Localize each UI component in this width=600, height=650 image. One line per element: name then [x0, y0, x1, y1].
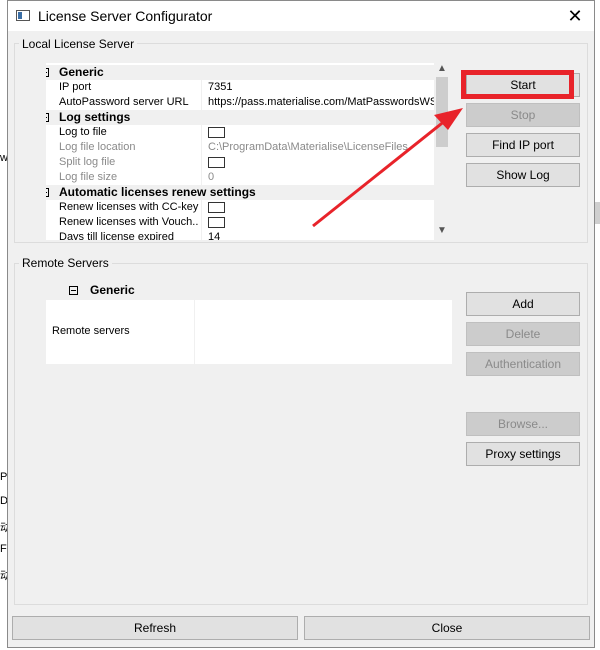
grid-divider [194, 300, 195, 364]
title-bar[interactable]: License Server Configurator ✕ [8, 1, 594, 31]
collapse-minus-icon[interactable] [46, 113, 49, 122]
grid-property-row[interactable]: Renew licenses with CC-key [46, 200, 434, 215]
find-ip-port-button[interactable]: Find IP port [466, 133, 580, 157]
grid-property-key: Renew licenses with CC-key [59, 201, 199, 213]
grid-property-value[interactable]: https://pass.materialise.com/MatPassword… [201, 95, 434, 110]
grid-property-value[interactable]: C:\ProgramData\Materialise\LicenseFiles [201, 140, 434, 155]
grid-value-text: https://pass.materialise.com/MatPassword… [208, 96, 434, 108]
browse-button[interactable]: Browse... [466, 412, 580, 436]
scroll-down-icon[interactable]: ▼ [434, 225, 450, 236]
remote-category-generic[interactable]: Generic [46, 283, 452, 298]
grid-property-value[interactable] [201, 215, 434, 230]
window-title: License Server Configurator [38, 8, 213, 24]
add-button[interactable]: Add [466, 292, 580, 316]
grid-property-value[interactable] [201, 125, 434, 140]
grid-property-value[interactable]: 14 [201, 230, 434, 240]
grid-category-row[interactable]: Log settings [46, 110, 434, 125]
remote-servers-key: Remote servers [52, 325, 130, 337]
grid-property-key: Log file size [59, 171, 118, 183]
grid-property-row[interactable]: Days till license expired 14 [46, 230, 434, 240]
grid-value-text: 0 [208, 171, 215, 183]
remote-servers-row[interactable]: Remote servers [46, 300, 452, 364]
stop-button[interactable]: Stop [466, 103, 580, 127]
collapse-minus-icon[interactable] [46, 68, 49, 77]
grid-property-row[interactable]: Log file location C:\ProgramData\Material… [46, 140, 434, 155]
grid-property-value[interactable]: 0 [201, 170, 434, 185]
grid-property-row[interactable]: Log to file [46, 125, 434, 140]
show-log-button[interactable]: Show Log [466, 163, 580, 187]
grid-property-key: Log file location [59, 141, 136, 153]
scroll-thumb[interactable] [436, 77, 448, 147]
grid-property-row[interactable]: Log file size 0 [46, 170, 434, 185]
close-button[interactable]: Close [304, 616, 590, 640]
grid-property-key: Renew licenses with Vouch... [59, 216, 199, 228]
dialog-window: License Server Configurator ✕ Local Lice… [7, 0, 595, 648]
delete-button[interactable]: Delete [466, 322, 580, 346]
grid-property-key: IP port [59, 81, 92, 93]
grid-property-row[interactable]: IP port 7351 [46, 80, 434, 95]
grid-property-value[interactable] [201, 155, 434, 170]
grid-property-row[interactable]: Renew licenses with Vouch... [46, 215, 434, 230]
collapse-minus-icon[interactable] [46, 188, 49, 197]
grid-category-row[interactable]: Generic [46, 65, 434, 80]
grid-category-label: Generic [59, 65, 104, 79]
collapse-minus-icon[interactable] [69, 286, 78, 295]
grid-property-value[interactable] [201, 200, 434, 215]
grid-property-row[interactable]: AutoPassword server URL https://pass.mate… [46, 95, 434, 110]
grid-property-key: AutoPassword server URL [59, 96, 189, 108]
scroll-up-icon[interactable]: ▲ [434, 63, 450, 74]
grid-property-key: Days till license expired [59, 231, 174, 240]
remote-property-grid[interactable]: Generic Remote servers [46, 282, 452, 364]
grid-category-label: Automatic licenses renew settings [59, 185, 256, 199]
authentication-button[interactable]: Authentication [466, 352, 580, 376]
grid-value-text: C:\ProgramData\Materialise\LicenseFiles [208, 141, 408, 153]
close-icon[interactable]: ✕ [564, 5, 586, 27]
grid-property-key: Split log file [59, 156, 116, 168]
checkbox[interactable] [208, 216, 225, 228]
grid-property-row[interactable]: Split log file [46, 155, 434, 170]
grid-property-value[interactable]: 7351 [201, 80, 434, 95]
grid-value-text: 7351 [208, 81, 233, 93]
grid-category-row[interactable]: Automatic licenses renew settings [46, 185, 434, 200]
start-button[interactable]: Start [466, 73, 580, 97]
checkbox[interactable] [208, 201, 225, 213]
remote-group-label: Remote Servers [19, 256, 112, 270]
checkbox[interactable] [208, 126, 225, 138]
checkbox[interactable] [208, 156, 225, 168]
local-group-label: Local License Server [19, 37, 138, 51]
grid-property-key: Log to file [59, 126, 107, 138]
grid-value-text: 14 [208, 231, 221, 240]
local-property-grid[interactable]: Generic IP port 7351 AutoPassword server UR… [46, 63, 450, 240]
proxy-settings-button[interactable]: Proxy settings [466, 442, 580, 466]
app-window-icon [16, 10, 30, 21]
property-grid-scrollbar[interactable]: ▲ ▼ [434, 63, 450, 240]
refresh-button[interactable]: Refresh [12, 616, 298, 640]
grid-category-label: Log settings [59, 110, 131, 124]
